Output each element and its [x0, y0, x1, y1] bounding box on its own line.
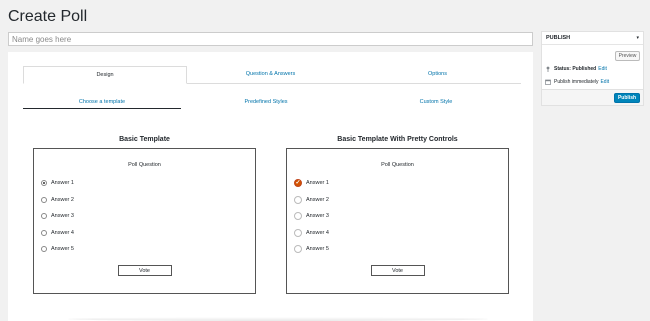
answer-label: Answer 3: [51, 213, 74, 220]
answer-option[interactable]: Answer 3: [294, 208, 329, 225]
caret-down-icon[interactable]: ▾: [636, 35, 639, 41]
answer-label: Answer 3: [306, 213, 329, 220]
tab-options[interactable]: Options: [354, 66, 521, 83]
status-edit-link[interactable]: Edit: [598, 66, 607, 72]
radio-icon[interactable]: [294, 195, 302, 204]
radio-icon[interactable]: [294, 212, 302, 221]
main-tabs: Design Question & Answers Options: [23, 66, 521, 84]
answer-label: Answer 1: [51, 180, 74, 187]
page-title: Create Poll: [8, 8, 88, 25]
publish-button[interactable]: Publish: [614, 93, 640, 103]
poll-question: Poll Question: [381, 162, 414, 168]
answer-option[interactable]: Answer 4: [41, 225, 74, 242]
radio-checked-icon[interactable]: [41, 180, 47, 187]
status-label: Status: Published: [554, 66, 597, 72]
answer-option[interactable]: Answer 5: [294, 241, 329, 258]
radio-icon[interactable]: [41, 229, 47, 236]
answer-list: Answer 1 Answer 2 Answer 3 Answer 4 Answ…: [41, 175, 74, 258]
radio-icon[interactable]: [294, 245, 302, 254]
subtab-choose-template[interactable]: Choose a template: [23, 97, 181, 109]
answer-option[interactable]: Answer 3: [41, 208, 74, 225]
answer-option[interactable]: Answer 4: [294, 225, 329, 242]
answer-option[interactable]: Answer 5: [41, 241, 74, 258]
answer-label: Answer 5: [51, 246, 74, 253]
template-basic[interactable]: Basic Template Poll Question Answer 1 An…: [33, 136, 256, 294]
publish-header[interactable]: PUBLISH ▾: [542, 32, 643, 45]
publish-box: PUBLISH ▾ Preview Status: Published Edit…: [541, 31, 644, 106]
template-pretty-controls[interactable]: Basic Template With Pretty Controls Poll…: [286, 136, 509, 294]
answer-option[interactable]: Answer 1: [294, 175, 329, 192]
design-subtabs: Choose a template Predefined Styles Cust…: [23, 97, 521, 109]
checkmark-icon[interactable]: [294, 179, 302, 188]
answer-option[interactable]: Answer 1: [41, 175, 74, 192]
subtab-custom-style[interactable]: Custom Style: [351, 97, 521, 109]
answer-list: Answer 1 Answer 2 Answer 3 Answer 4 Answ…: [294, 175, 329, 258]
poll-preview-card[interactable]: Poll Question Answer 1 Answer 2 Answer 3…: [286, 148, 509, 294]
tab-question-answers[interactable]: Question & Answers: [187, 66, 354, 83]
schedule-edit-link[interactable]: Edit: [600, 79, 609, 85]
vote-button[interactable]: Vote: [370, 265, 425, 276]
answer-label: Answer 2: [306, 196, 329, 203]
schedule-label: Publish immediately: [554, 79, 599, 85]
preview-button[interactable]: Preview: [615, 51, 640, 61]
radio-icon[interactable]: [41, 196, 47, 203]
tab-design[interactable]: Design: [23, 66, 187, 84]
poll-preview-card[interactable]: Poll Question Answer 1 Answer 2 Answer 3…: [33, 148, 256, 294]
calendar-icon: [545, 79, 551, 85]
status-row: Status: Published Edit: [545, 66, 607, 72]
publish-title: PUBLISH: [546, 35, 571, 41]
answer-option[interactable]: Answer 2: [41, 192, 74, 209]
answer-option[interactable]: Answer 2: [294, 192, 329, 209]
answer-label: Answer 2: [51, 196, 74, 203]
panel-bottom-shadow: [68, 317, 488, 321]
template-title: Basic Template With Pretty Controls: [337, 136, 458, 143]
radio-icon[interactable]: [294, 228, 302, 237]
poll-editor-panel: Design Question & Answers Options Choose…: [8, 52, 533, 321]
answer-label: Answer 5: [306, 246, 329, 253]
poll-name-input[interactable]: [8, 32, 533, 46]
template-title: Basic Template: [119, 136, 170, 143]
schedule-row: Publish immediately Edit: [545, 79, 609, 85]
answer-label: Answer 4: [306, 229, 329, 236]
pin-icon: [545, 66, 551, 72]
poll-question: Poll Question: [128, 162, 161, 168]
subtab-predefined-styles[interactable]: Predefined Styles: [181, 97, 351, 109]
publish-actions: Publish: [542, 89, 643, 105]
radio-icon[interactable]: [41, 246, 47, 253]
radio-icon[interactable]: [41, 213, 47, 220]
answer-label: Answer 4: [51, 229, 74, 236]
vote-button[interactable]: Vote: [117, 265, 172, 276]
answer-label: Answer 1: [306, 180, 329, 187]
